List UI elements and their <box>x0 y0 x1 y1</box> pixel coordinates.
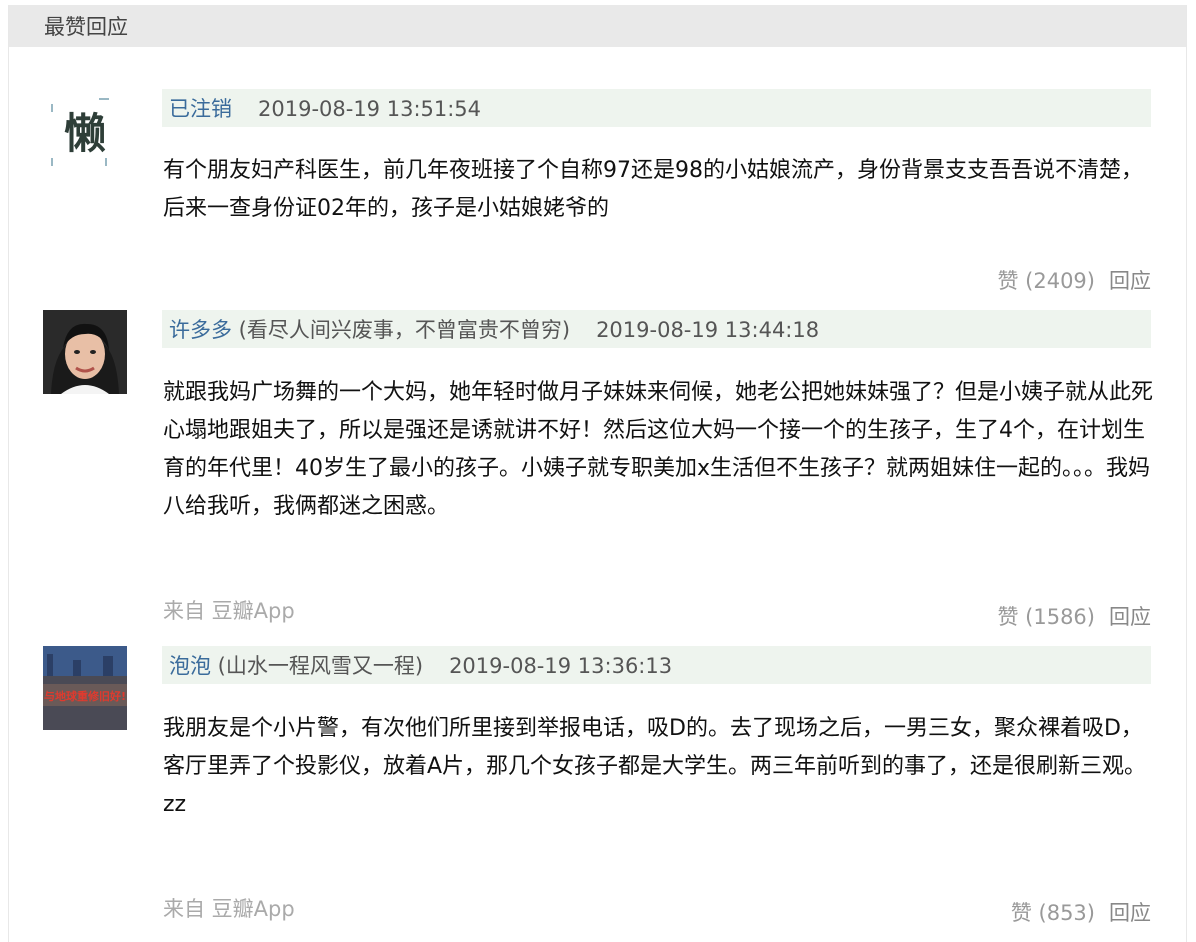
avatar[interactable]: 懒 <box>43 90 127 174</box>
like-button[interactable]: 赞 (1586) <box>997 605 1095 629</box>
avatar-image: 懒 <box>43 90 127 174</box>
comment-text: 有个朋友妇产科医生，前几年夜班接了个自称97还是98的小姑娘流产，身份背景支支吾… <box>163 158 1143 221</box>
author-signature: (看尽人间兴废事，不曾富贵不曾穷) <box>232 318 571 342</box>
comment-actions: 赞 (853) 回应 <box>1011 897 1151 927</box>
avatar-image: 与地球重修旧好! <box>43 646 127 730</box>
author-link[interactable]: 已注销 <box>169 97 232 121</box>
comment-timestamp: 2019-08-19 13:51:54 <box>258 97 482 121</box>
avatar-image <box>43 310 127 394</box>
avatar[interactable]: 与地球重修旧好! <box>43 646 127 730</box>
avatar-banner-text: 与地球重修旧好! <box>44 689 126 703</box>
comment-timestamp: 2019-08-19 13:44:18 <box>596 318 820 342</box>
comment-actions: 赞 (2409) 回应 <box>997 265 1151 295</box>
comment-actions: 赞 (1586) 回应 <box>997 601 1151 631</box>
author-link[interactable]: 泡泡 <box>169 654 211 678</box>
reply-button[interactable]: 回应 <box>1109 269 1151 293</box>
comment-text: 就跟我妈广场舞的一个大妈，她年轻时做月子妹妹来伺候，她老公把她妹妹强了？但是小姨… <box>163 380 1154 519</box>
avatar[interactable] <box>43 310 127 394</box>
comment-text: 我朋友是个小片警，有次他们所里接到举报电话，吸D的。去了现场之后，一男三女，聚众… <box>163 716 1147 817</box>
like-button[interactable]: 赞 (853) <box>1011 901 1095 925</box>
reply-button[interactable]: 回应 <box>1109 901 1151 925</box>
like-button[interactable]: 赞 (2409) <box>997 269 1095 293</box>
avatar-glyph: 懒 <box>64 109 106 158</box>
author-link[interactable]: 许多多 <box>169 318 232 342</box>
comment-meta: 许多多 (看尽人间兴废事，不曾富贵不曾穷) 2019-08-19 13:44:18 <box>162 310 1151 348</box>
panel-title: 最赞回应 <box>9 5 1186 47</box>
comment-meta: 已注销 2019-08-19 13:51:54 <box>162 89 1151 127</box>
reply-button[interactable]: 回应 <box>1109 605 1151 629</box>
source-label: 来自 豆瓣App <box>163 599 295 623</box>
source-label: 来自 豆瓣App <box>163 897 295 921</box>
comment-timestamp: 2019-08-19 13:36:13 <box>449 654 673 678</box>
author-signature: (山水一程风雪又一程) <box>211 654 424 678</box>
comment-meta: 泡泡 (山水一程风雪又一程) 2019-08-19 13:36:13 <box>162 646 1151 684</box>
top-comments-panel: 最赞回应 懒 已注销 2019-08-19 13:51:54 有个朋友妇产科医生，… <box>8 5 1187 942</box>
